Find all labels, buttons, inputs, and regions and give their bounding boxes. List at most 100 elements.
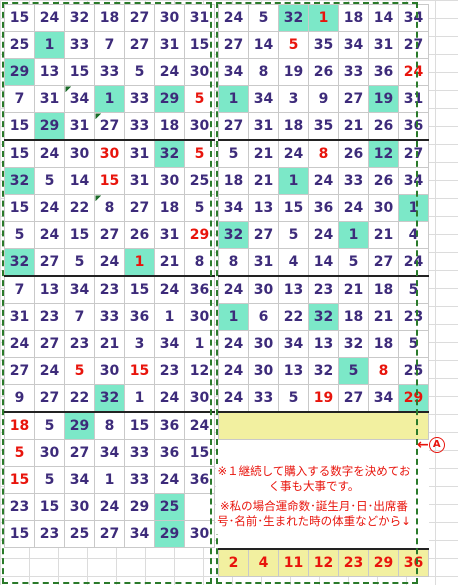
left-cell[interactable]: 30 [184,58,215,86]
left-cell[interactable]: 15 [184,31,215,59]
left-cell[interactable]: 5 [184,85,215,113]
left-cell[interactable]: 33 [94,58,125,86]
right-cell[interactable]: 27 [338,384,369,413]
right-cell[interactable]: 12 [368,139,399,168]
right-cell[interactable]: 24 [308,221,339,249]
left-cell[interactable]: 31 [124,139,155,168]
right-cell[interactable]: 34 [278,330,309,358]
right-cell[interactable]: 24 [218,4,249,32]
left-cell[interactable]: 34 [64,466,95,494]
result-cell[interactable]: 12 [308,548,339,577]
left-cell[interactable]: 7 [4,85,35,113]
left-cell[interactable]: 1 [124,248,155,277]
right-cell[interactable]: 1 [308,4,339,32]
left-cell[interactable]: 22 [64,194,95,222]
left-cell[interactable]: 5 [34,466,65,494]
left-cell[interactable]: 33 [94,303,125,331]
left-cell[interactable]: 30 [94,357,125,385]
right-cell[interactable]: 13 [308,330,339,358]
left-cell[interactable]: 32 [64,4,95,32]
right-cell[interactable]: 21 [248,167,279,195]
right-cell[interactable]: 14 [368,4,399,32]
left-cell[interactable]: 36 [154,439,185,467]
left-cell[interactable]: 13 [34,275,65,304]
right-cell[interactable]: 21 [368,221,399,249]
left-cell[interactable]: 32 [154,139,185,168]
left-cell[interactable]: 15 [34,493,65,521]
right-cell[interactable]: 35 [308,112,339,141]
right-cell[interactable]: 33 [338,167,369,195]
right-cell[interactable]: 21 [338,112,369,141]
right-cell[interactable]: 27 [248,221,279,249]
left-cell[interactable] [184,493,215,521]
left-cell[interactable]: 24 [154,384,185,413]
right-cell[interactable]: 5 [338,248,369,277]
left-cell[interactable]: 1 [184,330,215,358]
right-cell[interactable]: 33 [248,384,279,413]
right-cell[interactable]: 24 [278,139,309,168]
left-cell[interactable]: 31 [4,303,35,331]
left-cell[interactable]: 30 [184,520,215,548]
left-cell[interactable]: 15 [4,4,35,32]
result-cell[interactable]: 36 [398,548,429,577]
left-cell[interactable]: 32 [4,248,35,277]
left-cell[interactable]: 29 [154,85,185,113]
left-cell[interactable]: 1 [34,31,65,59]
right-cell[interactable]: 19 [368,85,399,113]
left-cell[interactable]: 29 [34,112,65,141]
left-cell[interactable]: 27 [64,439,95,467]
left-cell[interactable]: 5 [34,167,65,195]
left-cell[interactable]: 24 [154,275,185,304]
left-cell[interactable]: 30 [184,384,215,413]
left-cell[interactable]: 24 [34,221,65,249]
right-cell[interactable]: 3 [278,85,309,113]
right-cell[interactable]: 1 [278,167,309,195]
left-cell[interactable]: 1 [124,384,155,413]
right-cell[interactable]: 13 [278,275,309,304]
right-cell[interactable]: 18 [338,303,369,331]
left-cell[interactable]: 27 [124,31,155,59]
right-cell[interactable]: 31 [248,248,279,277]
left-cell[interactable]: 27 [4,357,35,385]
left-cell[interactable]: 24 [94,493,125,521]
right-cell[interactable]: 29 [398,384,429,413]
left-cell[interactable]: 15 [4,194,35,222]
left-cell[interactable]: 5 [4,439,35,467]
right-cell[interactable]: 31 [398,85,429,113]
right-cell[interactable]: 5 [248,4,279,32]
right-cell[interactable]: 32 [308,303,339,331]
left-cell[interactable]: 23 [94,275,125,304]
right-cell[interactable]: 24 [218,275,249,304]
left-cell[interactable]: 12 [184,357,215,385]
left-cell[interactable]: 30 [154,167,185,195]
left-cell[interactable]: 25 [184,167,215,195]
left-cell[interactable]: 24 [4,330,35,358]
left-cell[interactable]: 30 [184,112,215,141]
left-cell[interactable]: 30 [34,439,65,467]
left-cell[interactable]: 33 [124,112,155,141]
left-cell[interactable]: 30 [64,493,95,521]
right-cell[interactable]: 9 [308,85,339,113]
left-cell[interactable]: 23 [154,357,185,385]
right-cell[interactable]: 34 [338,31,369,59]
right-cell[interactable]: 32 [278,4,309,32]
right-cell[interactable]: 19 [278,58,309,86]
left-cell[interactable]: 15 [184,439,215,467]
left-cell[interactable]: 31 [184,4,215,32]
right-cell[interactable]: 26 [368,167,399,195]
left-cell[interactable]: 27 [124,194,155,222]
right-cell[interactable]: 30 [248,357,279,385]
right-cell[interactable]: 27 [218,31,249,59]
left-cell[interactable]: 30 [94,139,125,168]
right-cell[interactable]: 36 [398,112,429,141]
left-cell[interactable]: 8 [184,248,215,277]
left-cell[interactable]: 21 [94,330,125,358]
right-cell[interactable]: 8 [248,58,279,86]
right-cell[interactable]: 8 [368,357,399,385]
right-cell[interactable]: 21 [248,139,279,168]
right-cell[interactable]: 33 [338,58,369,86]
right-cell[interactable]: 23 [308,275,339,304]
right-cell[interactable]: 27 [218,112,249,141]
left-cell[interactable]: 31 [34,85,65,113]
left-cell[interactable]: 15 [64,221,95,249]
